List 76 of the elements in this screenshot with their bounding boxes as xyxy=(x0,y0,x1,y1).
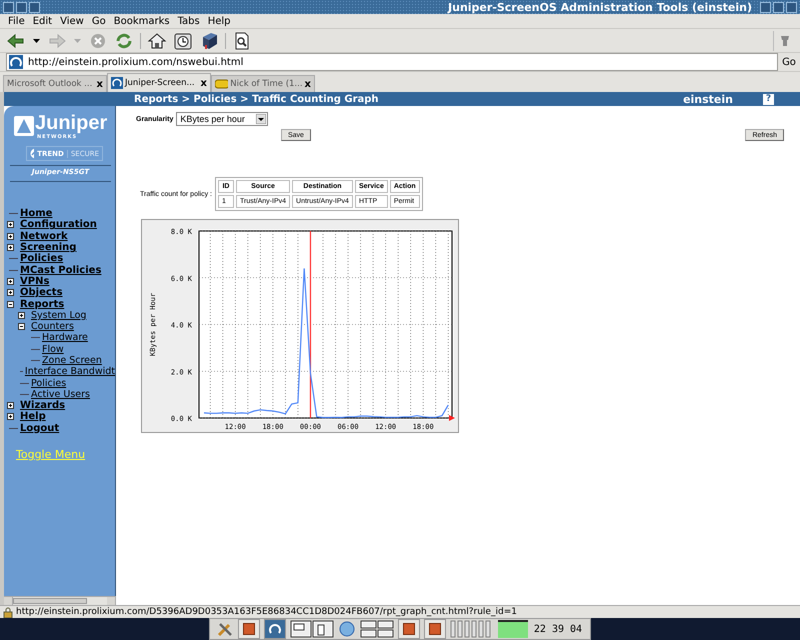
task-button[interactable] xyxy=(238,619,260,639)
tab-close-button[interactable]: x xyxy=(200,78,207,88)
nav-link[interactable]: VPNs xyxy=(20,276,50,287)
expand-icon[interactable] xyxy=(7,289,16,296)
browser-icon xyxy=(268,623,281,635)
expand-icon[interactable] xyxy=(7,244,16,252)
expand-icon[interactable] xyxy=(7,413,16,420)
breadcrumb: Reports > Policies > Traffic Counting Graph xyxy=(134,94,379,104)
reload-icon[interactable] xyxy=(114,32,134,50)
nav-link[interactable]: Interface Bandwidt xyxy=(24,366,115,378)
partner-logo-icon xyxy=(30,148,34,159)
dropdown-icon xyxy=(256,114,266,124)
nav-link[interactable]: Policies xyxy=(31,378,66,389)
clock-icon[interactable] xyxy=(173,32,193,50)
tree-logo-icon xyxy=(14,116,34,136)
collapse-icon[interactable] xyxy=(18,323,27,330)
site-icon xyxy=(9,55,23,69)
window-title: Juniper-ScreenOS Administration Tools (einstein) xyxy=(446,0,753,14)
browser-tab[interactable]: Juniper-Screen... x xyxy=(107,73,211,92)
menu-item[interactable]: View xyxy=(60,16,84,26)
end-marker-icon xyxy=(449,415,455,421)
browser-tab[interactable]: Microsoft Outlook ... x xyxy=(3,75,107,92)
nav-link[interactable]: Wizards xyxy=(20,400,66,412)
task-button[interactable] xyxy=(264,619,286,639)
nav-link[interactable]: Zone Screen xyxy=(42,355,102,366)
expand-icon[interactable] xyxy=(7,278,16,285)
nav-link[interactable]: Reports xyxy=(20,298,64,310)
menu-item[interactable]: Bookmarks xyxy=(114,16,170,26)
nav-link[interactable]: Screening xyxy=(20,242,76,254)
nav-link[interactable]: Configuration xyxy=(20,219,97,230)
nav-link[interactable]: Policies xyxy=(20,253,64,264)
tools-icon[interactable] xyxy=(216,620,234,638)
logo-text: Juniper xyxy=(35,112,108,134)
expand-icon[interactable] xyxy=(7,402,16,410)
nav-link[interactable]: System Log xyxy=(31,310,86,321)
nav-link[interactable]: Objects xyxy=(20,287,63,298)
horizontal-scrollbar[interactable] xyxy=(4,596,116,605)
nav-link[interactable]: Network xyxy=(20,230,68,242)
workspace-grid-icon[interactable] xyxy=(360,620,394,638)
home-icon[interactable] xyxy=(147,32,167,50)
desktop-pager-icon[interactable] xyxy=(290,620,334,638)
expand-icon[interactable] xyxy=(7,232,16,240)
scroll-thumb[interactable] xyxy=(13,598,87,604)
network-icon[interactable] xyxy=(338,620,356,638)
nav-link[interactable]: Logout xyxy=(20,422,60,434)
nav-link[interactable]: Hardware xyxy=(42,332,88,344)
back-icon[interactable] xyxy=(6,32,26,50)
browser-tab[interactable]: Nick of Time (1... x xyxy=(211,75,315,92)
menu-item[interactable]: Help xyxy=(208,16,231,26)
task-button[interactable] xyxy=(398,619,420,639)
menu-item[interactable]: File xyxy=(8,16,25,26)
site-icon xyxy=(215,79,228,89)
nav-link[interactable]: MCast Policies xyxy=(20,264,102,276)
site-icon xyxy=(111,77,123,89)
collapse-icon[interactable] xyxy=(7,300,16,308)
task-button[interactable] xyxy=(424,619,446,639)
nav-link[interactable]: Active Users xyxy=(31,388,90,400)
menu-item[interactable]: Go xyxy=(92,16,106,26)
clock: 22 39 04 xyxy=(532,624,584,634)
granularity-select[interactable]: KBytes per hour xyxy=(176,112,268,126)
device-name: einstein xyxy=(683,92,733,106)
lock-icon xyxy=(3,606,13,618)
nav-link[interactable]: Home xyxy=(20,208,52,220)
load-graph-icon xyxy=(498,620,528,638)
help-button[interactable]: ? xyxy=(763,94,774,104)
tab-close-button[interactable]: x xyxy=(304,78,311,90)
menu-item[interactable]: Tabs xyxy=(178,16,200,26)
nav-link[interactable]: Counters xyxy=(31,321,74,332)
nav-link[interactable]: Flow xyxy=(42,344,64,355)
tab-close-button[interactable]: x xyxy=(96,78,103,90)
nav-link[interactable]: Help xyxy=(20,411,46,422)
status-url: http://einstein.prolixium.com/D5396AD9D0353A163F5E86834CC1D8D024FB607/rpt_graph_cnt.html?rule_id=1 xyxy=(16,607,517,617)
expand-icon[interactable] xyxy=(7,221,16,228)
address-field[interactable]: http://einstein.prolixium.com/nswebui.html xyxy=(6,53,778,71)
expand-icon[interactable] xyxy=(18,312,27,319)
menu-item[interactable]: Edit xyxy=(32,16,52,26)
